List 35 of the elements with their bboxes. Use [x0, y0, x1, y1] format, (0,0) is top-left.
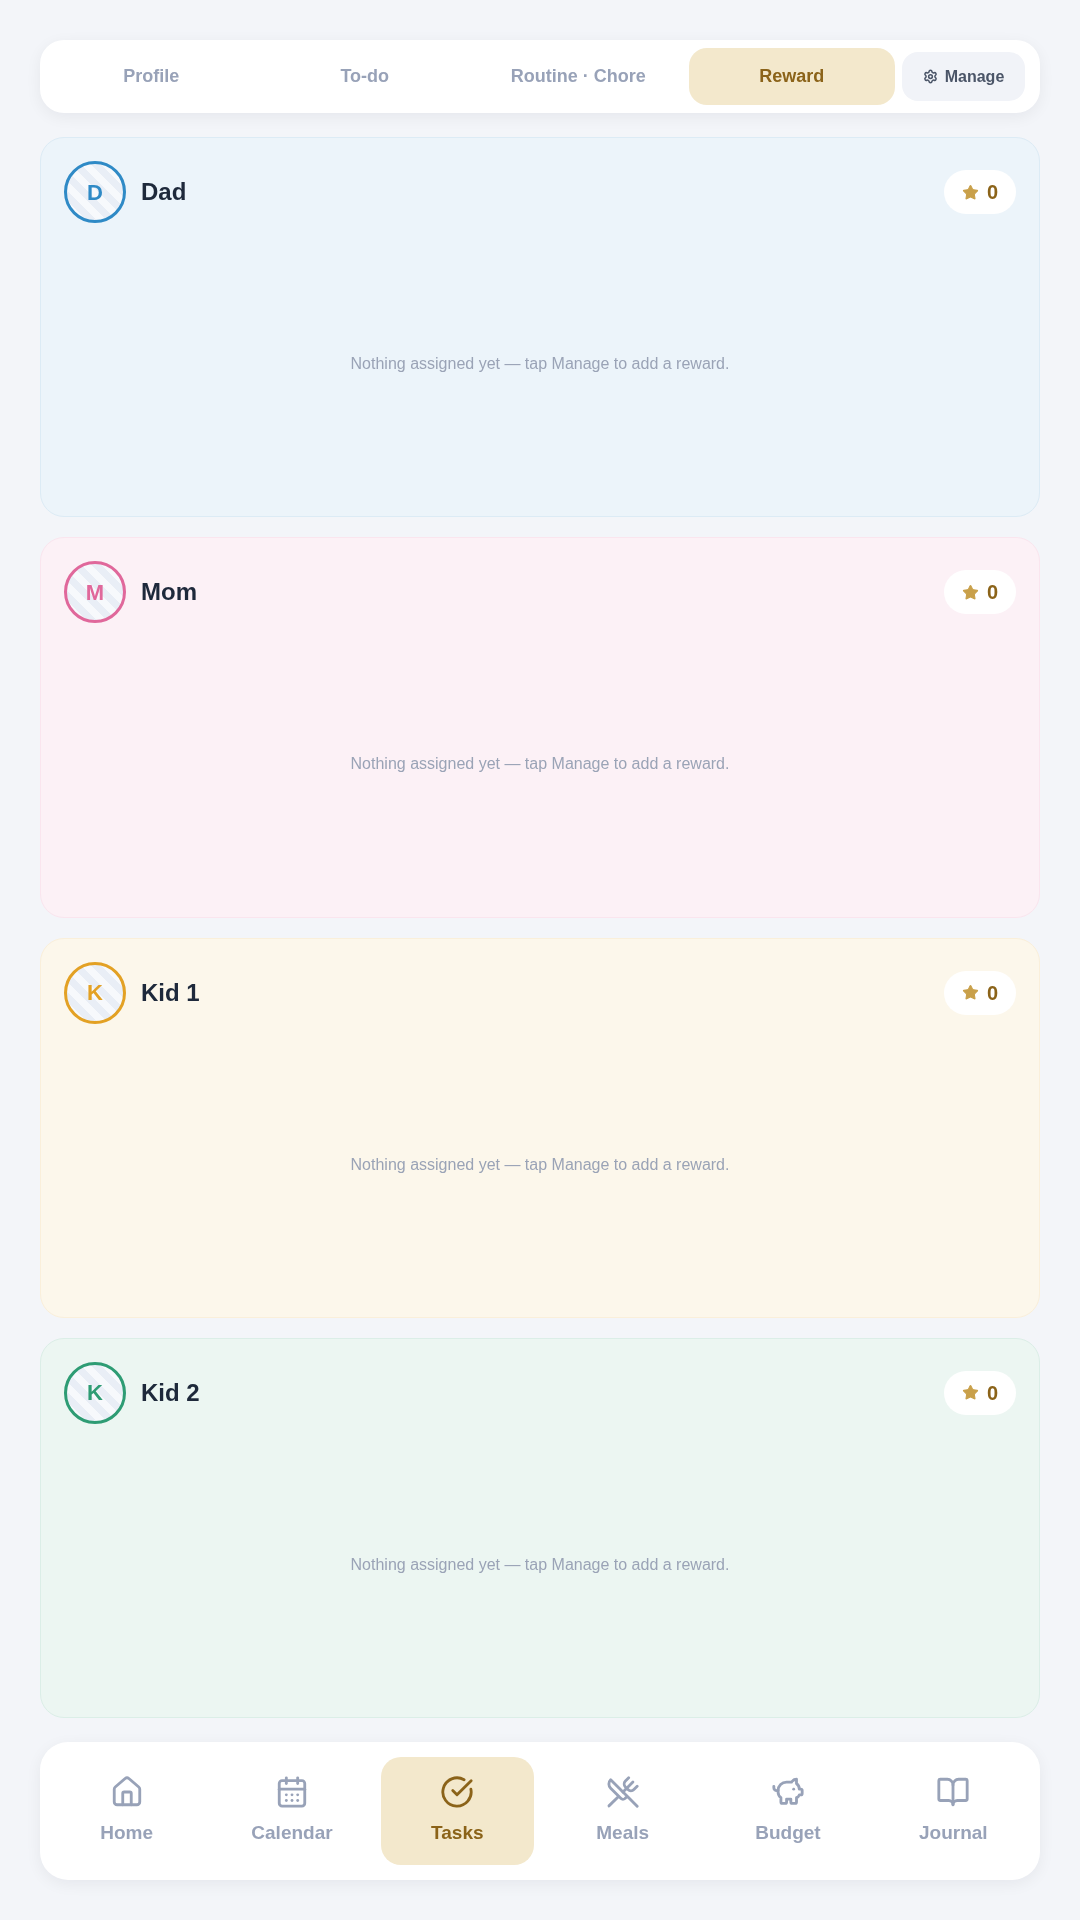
tab[interactable]: To-do	[261, 48, 468, 105]
tab[interactable]: Profile	[48, 48, 255, 105]
star-icon	[961, 984, 979, 1001]
points-count: 0	[986, 980, 998, 1006]
empty-message: Nothing assigned yet — tap Manage to add a reward.	[350, 1154, 730, 1175]
avatar: K	[64, 1361, 126, 1424]
empty-message: Nothing assigned yet — tap Manage to add a reward.	[350, 754, 730, 775]
member-name: Kid 1	[141, 977, 200, 1008]
tab[interactable]: Routine · Chore	[475, 48, 682, 105]
avatar: K	[64, 961, 126, 1024]
nav-tab[interactable]: Journal	[876, 1757, 1030, 1865]
nav-tab[interactable]: Budget	[711, 1757, 865, 1865]
check-circle-icon	[440, 1774, 475, 1809]
empty-message: Nothing assigned yet — tap Manage to add a reward.	[350, 354, 730, 375]
avatar: M	[64, 561, 126, 624]
nav-tab[interactable]: Home	[50, 1757, 204, 1865]
points-count: 0	[986, 1380, 998, 1406]
crossed-utensils-icon	[605, 1774, 640, 1809]
avatar: D	[64, 161, 126, 223]
member-name: Kid 2	[141, 1377, 200, 1408]
member-name: Mom	[141, 577, 197, 608]
tab[interactable]: Reward	[688, 48, 895, 105]
settings-icon	[922, 69, 938, 84]
star-icon	[961, 1384, 979, 1402]
calendar-icon	[275, 1774, 309, 1809]
points-count: 0	[986, 580, 998, 606]
points-count: 0	[986, 180, 998, 205]
member-name: Dad	[141, 177, 187, 207]
nav-tab[interactable]: Tasks	[380, 1757, 534, 1865]
manage-button[interactable]: Manage	[902, 52, 1025, 101]
empty-message: Nothing assigned yet — tap Manage to add a reward.	[350, 1554, 730, 1575]
star-icon	[961, 583, 979, 601]
nav-tab[interactable]: Calendar	[215, 1757, 369, 1865]
nav-tab[interactable]: Meals	[546, 1757, 700, 1865]
star-icon	[961, 183, 979, 201]
